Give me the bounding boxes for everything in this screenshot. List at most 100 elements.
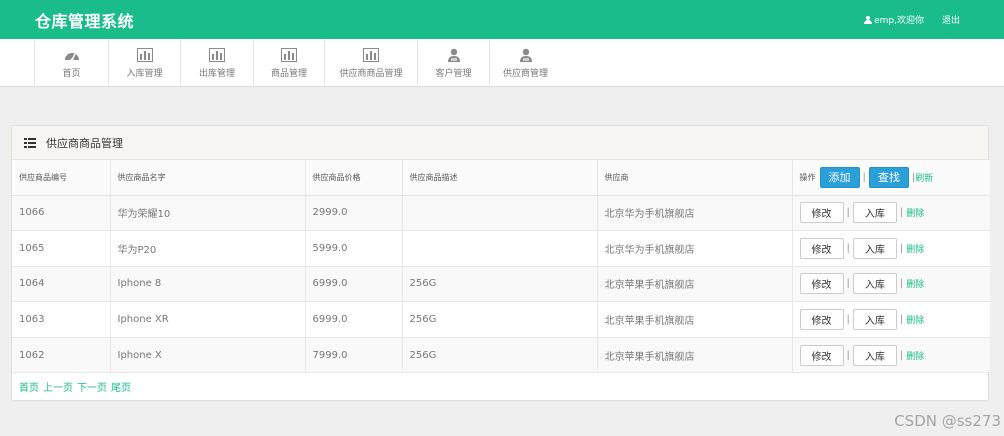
bar-chart-icon <box>281 47 297 62</box>
col-header-operations: 操作 添加 | 查找 | 刷新 <box>792 160 990 196</box>
cell-actions: 修改 | 入库 | 删除 <box>792 195 990 232</box>
pager-prev[interactable]: 上一页 <box>43 379 73 394</box>
dashboard-icon <box>64 52 79 61</box>
content-area: 供应商商品管理 供应商品编号 供应商品名字 供应商品价格 供应商品描述 供应商 … <box>0 88 1004 436</box>
stock-in-button[interactable]: 入库 <box>852 237 897 259</box>
divider: | <box>899 278 904 290</box>
pager-next[interactable]: 下一页 <box>77 379 107 394</box>
cell-price: 2999.0 <box>305 195 403 232</box>
stock-in-button[interactable]: 入库 <box>852 202 897 224</box>
cell-name: 华为P20 <box>110 230 306 267</box>
edit-button[interactable]: 修改 <box>799 344 844 366</box>
nav-label: 首页 <box>62 68 81 79</box>
cell-desc <box>402 230 598 267</box>
cell-actions: 修改 | 入库 | 删除 <box>792 337 990 374</box>
cell-price: 6999.0 <box>305 266 403 303</box>
cell-id: 1063 <box>12 301 111 338</box>
cell-id: 1065 <box>12 230 111 267</box>
nav-item-suppliers[interactable]: 供应商管理 <box>489 39 561 87</box>
cell-id: 1066 <box>12 195 111 232</box>
cell-price: 7999.0 <box>305 337 403 374</box>
nav-item-stock-in[interactable]: 入库管理 <box>108 39 180 87</box>
delete-link[interactable]: 删除 <box>906 277 924 290</box>
cell-actions: 修改 | 入库 | 删除 <box>792 301 990 338</box>
user-greeting: emp,欢迎你 <box>874 16 924 26</box>
cell-actions: 修改 | 入库 | 删除 <box>792 266 990 303</box>
cell-desc: 256G <box>402 266 598 303</box>
table-row: 1062 Iphone X 7999.0 256G 北京苹果手机旗舰店 修改 |… <box>12 337 990 374</box>
table-row: 1064 Iphone 8 6999.0 256G 北京苹果手机旗舰店 修改 |… <box>12 266 990 303</box>
nav-item-stock-out[interactable]: 出库管理 <box>180 39 253 87</box>
cell-id: 1064 <box>12 266 111 303</box>
top-header: 仓库管理系统 emp,欢迎你 退出 <box>0 0 1004 39</box>
op-label: 操作 <box>799 172 816 182</box>
main-nav: 首页 入库管理 出库管理 商品管理 供应商商品管理 客户管理 供应商管理 <box>0 39 1004 87</box>
nav-label: 入库管理 <box>126 68 163 79</box>
table-header-row: 供应商品编号 供应商品名字 供应商品价格 供应商品描述 供应商 操作 添加 | … <box>12 160 990 196</box>
delete-link[interactable]: 删除 <box>906 349 924 362</box>
users-icon <box>447 48 460 62</box>
nav-item-goods[interactable]: 商品管理 <box>253 39 324 87</box>
col-header-id: 供应商品编号 <box>12 160 111 196</box>
delete-link[interactable]: 删除 <box>906 242 924 255</box>
nav-label: 商品管理 <box>270 68 307 79</box>
user-box: emp,欢迎你 退出 <box>864 13 960 26</box>
cell-price: 5999.0 <box>305 230 403 267</box>
col-header-price: 供应商品价格 <box>305 160 403 196</box>
divider: | <box>899 207 904 219</box>
cell-supplier: 北京华为手机旗舰店 <box>597 230 793 267</box>
bar-chart-icon <box>209 47 225 62</box>
table-row: 1063 Iphone XR 6999.0 256G 北京苹果手机旗舰店 修改 … <box>12 301 990 338</box>
cell-id: 1062 <box>12 337 111 374</box>
refresh-link[interactable]: 刷新 <box>915 171 933 184</box>
cell-name: 华为荣耀10 <box>110 195 306 232</box>
cell-desc: 256G <box>402 301 598 338</box>
edit-button[interactable]: 修改 <box>799 273 844 295</box>
divider: | <box>862 171 866 183</box>
edit-button[interactable]: 修改 <box>799 309 844 331</box>
divider: | <box>899 314 904 326</box>
divider: | <box>846 207 850 219</box>
nav-item-supplier-goods[interactable]: 供应商商品管理 <box>324 39 417 87</box>
app-title: 仓库管理系统 <box>35 12 135 31</box>
users-icon <box>519 48 532 62</box>
col-header-name: 供应商品名字 <box>110 160 306 196</box>
cell-desc <box>402 195 598 232</box>
divider: | <box>846 349 850 361</box>
search-button[interactable]: 查找 <box>868 166 909 188</box>
logout-link[interactable]: 退出 <box>942 13 960 26</box>
cell-desc: 256G <box>402 337 598 374</box>
stock-in-button[interactable]: 入库 <box>852 273 897 295</box>
panel-header: 供应商商品管理 <box>12 126 988 160</box>
edit-button[interactable]: 修改 <box>799 202 844 224</box>
pager-first[interactable]: 首页 <box>19 379 39 394</box>
table-row: 1065 华为P20 5999.0 北京华为手机旗舰店 修改 | 入库 | 删除 <box>12 230 990 267</box>
bar-chart-icon <box>136 47 153 62</box>
nav-item-home[interactable]: 首页 <box>34 39 108 87</box>
stock-in-button[interactable]: 入库 <box>852 344 897 366</box>
nav-item-customers[interactable]: 客户管理 <box>417 39 489 87</box>
cell-supplier: 北京华为手机旗舰店 <box>597 195 793 232</box>
add-button[interactable]: 添加 <box>819 166 860 188</box>
nav-label: 出库管理 <box>198 68 235 79</box>
cell-name: Iphone XR <box>110 301 306 338</box>
edit-button[interactable]: 修改 <box>799 237 844 259</box>
nav-label: 客户管理 <box>435 68 472 79</box>
pagination: 首页 上一页 下一页 尾页 <box>12 373 988 400</box>
delete-link[interactable]: 删除 <box>906 313 924 326</box>
supplier-goods-table: 供应商品编号 供应商品名字 供应商品价格 供应商品描述 供应商 操作 添加 | … <box>12 160 990 374</box>
table-row: 1066 华为荣耀10 2999.0 北京华为手机旗舰店 修改 | 入库 | 删… <box>12 195 990 232</box>
supplier-goods-panel: 供应商商品管理 供应商品编号 供应商品名字 供应商品价格 供应商品描述 供应商 … <box>11 125 990 401</box>
divider: | <box>846 314 850 326</box>
cell-name: Iphone X <box>110 337 306 374</box>
user-icon <box>864 15 873 24</box>
pager-last[interactable]: 尾页 <box>111 379 131 394</box>
delete-link[interactable]: 删除 <box>906 206 924 219</box>
nav-label: 供应商管理 <box>502 68 548 79</box>
panel-title: 供应商商品管理 <box>46 136 123 150</box>
cell-supplier: 北京苹果手机旗舰店 <box>597 301 793 338</box>
bar-chart-icon <box>363 47 379 62</box>
stock-in-button[interactable]: 入库 <box>852 309 897 331</box>
cell-supplier: 北京苹果手机旗舰店 <box>597 337 793 374</box>
cell-name: Iphone 8 <box>110 266 306 303</box>
